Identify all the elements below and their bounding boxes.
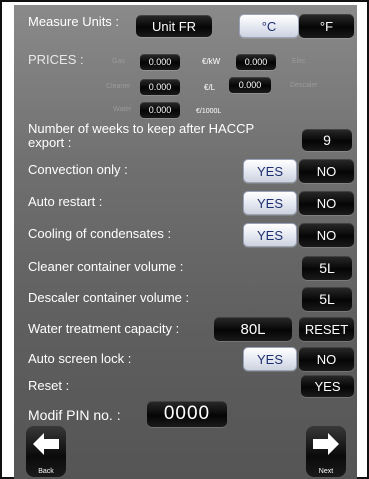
haccp-weeks-label-line1: Number of weeks to keep after HACCP xyxy=(28,121,255,136)
back-label: Back xyxy=(38,468,54,475)
pin-field[interactable]: 0000 xyxy=(147,401,227,427)
cleaner-volume-label: Cleaner container volume : xyxy=(28,259,184,274)
fahrenheit-button[interactable]: °F xyxy=(299,14,354,38)
cooling-no-button[interactable]: NO xyxy=(299,223,354,247)
settings-panel: Measure Units : Unit FR °C °F PRICES : G… xyxy=(14,5,357,479)
descaler-price-field[interactable]: 0.000 xyxy=(229,77,271,93)
elec-price-field[interactable]: 0.000 xyxy=(236,54,276,70)
measure-units-label: Measure Units : xyxy=(28,14,120,29)
per-kw-label: €/kW xyxy=(202,57,221,66)
reset-label: Reset : xyxy=(28,378,70,393)
unit-fr-button[interactable]: Unit FR xyxy=(136,15,212,37)
modif-pin-label: Modif PIN no. : xyxy=(28,407,121,423)
per-l-label: €/L xyxy=(204,83,216,92)
haccp-weeks-label: Number of weeks to keep after HACCP expo… xyxy=(28,122,254,150)
arrow-left-icon xyxy=(33,433,59,455)
prices-label: PRICES : xyxy=(28,52,84,67)
water-label: Water xyxy=(113,106,132,113)
window-frame: Measure Units : Unit FR °C °F PRICES : G… xyxy=(0,0,369,479)
reset-yes-button[interactable]: YES xyxy=(301,375,354,397)
cleaner-volume-field[interactable]: 5L xyxy=(302,256,352,280)
auto-lock-no-button[interactable]: NO xyxy=(299,347,354,371)
water-price-field[interactable]: 0.000 xyxy=(140,102,180,118)
convection-yes-button[interactable]: YES xyxy=(243,159,297,183)
auto-restart-label: Auto restart : xyxy=(28,194,103,209)
water-treatment-reset-button[interactable]: RESET xyxy=(299,317,354,341)
descaler-volume-field[interactable]: 5L xyxy=(302,287,352,311)
convection-only-label: Convection only : xyxy=(28,162,128,177)
water-treatment-field[interactable]: 80L xyxy=(214,317,292,341)
haccp-weeks-field[interactable]: 9 xyxy=(302,129,352,151)
auto-restart-yes-button[interactable]: YES xyxy=(243,191,297,215)
auto-lock-yes-button[interactable]: YES xyxy=(243,347,297,371)
convection-no-button[interactable]: NO xyxy=(299,159,354,183)
gas-label: Gas xyxy=(112,58,125,65)
cleaner-label: Cleaner xyxy=(106,83,131,90)
elec-label: Elec xyxy=(292,58,306,65)
auto-screen-lock-label: Auto screen lock : xyxy=(28,351,132,366)
gas-price-field[interactable]: 0.000 xyxy=(140,54,180,70)
celsius-button[interactable]: °C xyxy=(239,14,299,38)
cleaner-price-field[interactable]: 0.000 xyxy=(140,79,180,95)
descaler-label: Descaler xyxy=(290,82,318,89)
auto-restart-no-button[interactable]: NO xyxy=(299,191,354,215)
cooling-condensates-label: Cooling of condensates : xyxy=(28,226,172,241)
haccp-weeks-label-line2: export : xyxy=(28,135,72,150)
next-label: Next xyxy=(318,468,334,475)
next-button[interactable]: Next xyxy=(306,425,346,477)
per-1000l-label: €/1000L xyxy=(196,108,222,115)
back-button[interactable]: Back xyxy=(26,425,66,477)
descaler-volume-label: Descaler container volume : xyxy=(28,290,190,305)
water-treatment-label: Water treatment capacity : xyxy=(28,321,180,336)
cooling-yes-button[interactable]: YES xyxy=(243,223,297,247)
arrow-right-icon xyxy=(313,433,339,455)
